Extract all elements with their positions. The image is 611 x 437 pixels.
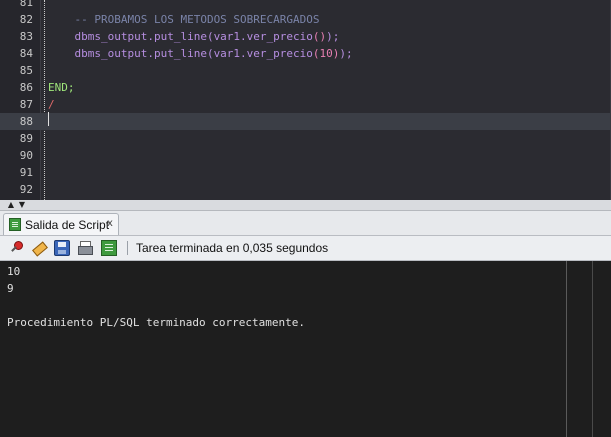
line-number: 81 — [19, 0, 33, 9]
code-token: dbms_output.put_line(var1.ver_precio — [48, 30, 313, 43]
code-token: ); — [339, 47, 353, 60]
print-icon[interactable] — [77, 240, 93, 256]
code-token: () — [312, 30, 327, 43]
code-line[interactable]: 92 — [0, 181, 611, 198]
save-icon[interactable] — [54, 240, 70, 256]
code-token: ); — [326, 30, 340, 43]
code-text: -- PROBAMOS LOS METODOS SOBRECARGADOS — [48, 11, 320, 28]
tab-script-output-label: Salida de Script — [25, 218, 110, 232]
code-text: END; — [48, 79, 75, 96]
line-number: 92 — [19, 183, 33, 196]
code-line[interactable]: 87 / — [0, 96, 611, 113]
code-token: END; — [48, 81, 75, 94]
code-text: dbms_output.put_line(var1.ver_precio(10)… — [48, 45, 353, 62]
code-token: -- PROBAMOS LOS METODOS SOBRECARGADOS — [48, 13, 320, 26]
pin-icon[interactable] — [9, 240, 25, 256]
splitter-down-arrow-icon[interactable]: ▼ — [17, 200, 27, 209]
code-token: (10) — [312, 47, 340, 60]
code-token: dbms_output.put_line(var1.ver_precio — [48, 47, 313, 60]
output-line: Procedimiento PL/SQL terminado correctam… — [7, 316, 306, 329]
line-number: 87 — [19, 98, 33, 111]
task-status-text: Tarea terminada en 0,035 segundos — [136, 241, 329, 255]
output-line: 10 — [7, 265, 21, 278]
code-line[interactable]: 84 dbms_output.put_line(var1.ver_precio(… — [0, 45, 611, 62]
line-number: 86 — [19, 81, 33, 94]
clear-output-icon[interactable] — [31, 240, 47, 256]
code-line[interactable]: 89 — [0, 130, 611, 147]
line-number: 88 — [19, 115, 33, 128]
code-text: / — [48, 96, 55, 113]
current-line[interactable]: 88 — [0, 113, 611, 130]
line-number: 89 — [19, 132, 33, 145]
run-script-icon[interactable] — [101, 240, 117, 256]
code-line[interactable]: 90 — [0, 147, 611, 164]
panel-splitter[interactable]: ▲ ▼ — [0, 200, 611, 211]
output-line: 9 — [7, 282, 14, 295]
line-number: 82 — [19, 13, 33, 26]
code-line[interactable]: 82 -- PROBAMOS LOS METODOS SOBRECARGADOS — [0, 11, 611, 28]
script-output-area[interactable]: 10 9 Procedimiento PL/SQL terminado correc… — [0, 261, 611, 437]
sql-developer-window: 81 82 -- PROBAMOS LOS METODOS SOBRECARGAD… — [0, 0, 611, 437]
line-number: 85 — [19, 64, 33, 77]
code-editor[interactable]: 81 82 -- PROBAMOS LOS METODOS SOBRECARGAD… — [0, 0, 611, 200]
code-line[interactable]: 91 — [0, 164, 611, 181]
output-tab-bar: Salida de Script x — [0, 211, 611, 236]
code-text: dbms_output.put_line(var1.ver_precio()); — [48, 28, 339, 45]
code-line[interactable]: 83 dbms_output.put_line(var1.ver_precio(… — [0, 28, 611, 45]
output-toolbar: Tarea terminada en 0,035 segundos — [0, 236, 611, 261]
splitter-up-arrow-icon[interactable]: ▲ — [6, 200, 16, 209]
tab-close-icon[interactable]: x — [107, 216, 113, 232]
output-scrollbar-edge[interactable] — [592, 261, 593, 437]
text-caret — [48, 112, 49, 126]
script-output-icon — [9, 218, 21, 231]
output-margin-line — [566, 261, 567, 437]
toolbar-separator — [127, 241, 128, 255]
tab-script-output[interactable]: Salida de Script x — [3, 213, 119, 235]
code-line[interactable]: 86 END; — [0, 79, 611, 96]
code-line[interactable]: 81 — [0, 0, 611, 11]
line-number: 84 — [19, 47, 33, 60]
code-token: / — [48, 98, 55, 111]
line-number: 83 — [19, 30, 33, 43]
line-number: 90 — [19, 149, 33, 162]
code-line[interactable]: 85 — [0, 62, 611, 79]
line-number: 91 — [19, 166, 33, 179]
